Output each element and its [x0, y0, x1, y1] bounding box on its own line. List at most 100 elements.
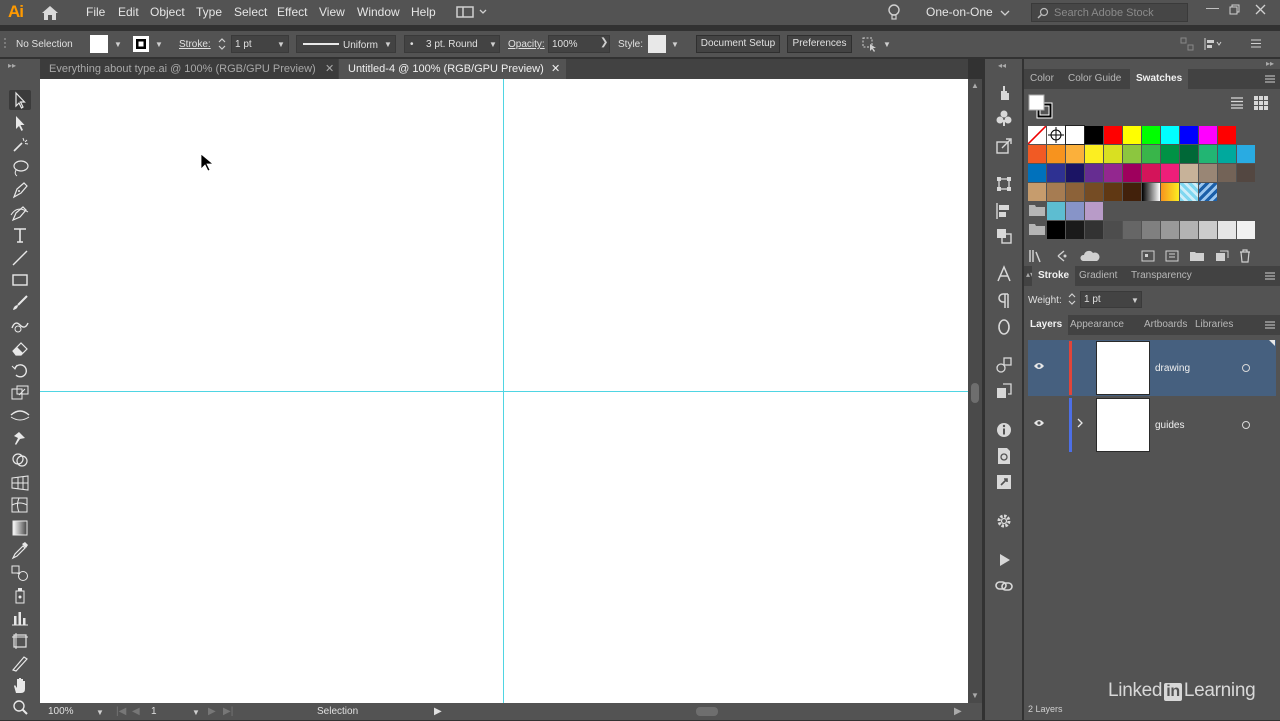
- opentype-icon[interactable]: [995, 318, 1013, 336]
- color-swatch[interactable]: [1123, 126, 1141, 144]
- shape-properties-icon[interactable]: [995, 356, 1013, 374]
- color-swatch[interactable]: [1047, 183, 1065, 201]
- menu-object[interactable]: Object: [150, 5, 185, 19]
- eyedropper-tool[interactable]: [9, 540, 31, 560]
- pattern-swatch[interactable]: [1180, 183, 1198, 201]
- color-swatch[interactable]: [1104, 221, 1122, 239]
- color-swatch[interactable]: [1199, 126, 1217, 144]
- chevron-down-icon[interactable]: [1000, 9, 1010, 17]
- color-swatch[interactable]: [1218, 126, 1236, 144]
- artboard-tool[interactable]: [9, 630, 31, 650]
- menu-window[interactable]: Window: [357, 5, 400, 19]
- menu-edit[interactable]: Edit: [118, 5, 139, 19]
- transform-panel-icon[interactable]: [995, 175, 1013, 193]
- close-tab-icon[interactable]: ✕: [551, 59, 560, 79]
- status-menu-icon[interactable]: ▶: [434, 706, 442, 717]
- color-swatch[interactable]: [1047, 145, 1065, 163]
- color-swatch[interactable]: [1199, 164, 1217, 182]
- color-swatch[interactable]: [1161, 145, 1179, 163]
- minimize-icon[interactable]: —: [1206, 0, 1219, 15]
- collapse-icon[interactable]: ◂◂: [998, 61, 1006, 70]
- hand-tool[interactable]: [9, 675, 31, 695]
- opacity-field[interactable]: 100% ❯: [548, 35, 610, 53]
- color-swatch[interactable]: [1047, 164, 1065, 182]
- show-swatch-kinds-icon[interactable]: [1054, 250, 1070, 262]
- links-chain-icon[interactable]: [995, 577, 1013, 595]
- first-artboard-icon[interactable]: |◀: [116, 706, 126, 717]
- arrange-documents-icon[interactable]: [456, 5, 488, 19]
- tab-swatches[interactable]: Swatches: [1130, 69, 1189, 89]
- color-swatch[interactable]: [1180, 221, 1198, 239]
- new-folder-icon[interactable]: [1189, 250, 1205, 262]
- tab-libraries[interactable]: Libraries: [1189, 315, 1239, 335]
- delete-swatch-icon[interactable]: [1239, 249, 1251, 263]
- blend-tool[interactable]: [9, 563, 31, 583]
- tab-appearance[interactable]: Appearance: [1064, 315, 1130, 335]
- graphic-style-swatch[interactable]: [648, 35, 666, 53]
- color-swatch[interactable]: [1028, 145, 1046, 163]
- menu-effect[interactable]: Effect: [277, 5, 307, 19]
- color-swatch[interactable]: [1123, 221, 1141, 239]
- target-circle-icon[interactable]: [1242, 421, 1250, 429]
- pathfinder-icon[interactable]: [995, 227, 1013, 245]
- paragraph-icon[interactable]: [995, 292, 1013, 310]
- artboard-canvas[interactable]: [40, 79, 968, 703]
- color-swatch[interactable]: [1066, 221, 1084, 239]
- color-swatch[interactable]: [1066, 145, 1084, 163]
- eraser-tool[interactable]: [9, 338, 31, 358]
- curvature-tool[interactable]: [9, 203, 31, 223]
- color-swatch[interactable]: [1161, 126, 1179, 144]
- mesh-tool[interactable]: [9, 495, 31, 515]
- touch-type-icon[interactable]: [995, 83, 1013, 101]
- menu-type[interactable]: Type: [196, 5, 222, 19]
- tab-untitled-4[interactable]: Untitled-4 @ 100% (RGB/GPU Preview) ✕: [339, 59, 566, 79]
- stepper-icon[interactable]: [217, 36, 227, 52]
- restore-icon[interactable]: [1229, 4, 1241, 15]
- transform-icon[interactable]: [1180, 37, 1194, 51]
- color-swatch[interactable]: [1218, 221, 1236, 239]
- workspace-switcher[interactable]: One-on-One: [926, 5, 993, 19]
- settings-gear-icon[interactable]: [995, 512, 1013, 530]
- color-swatch[interactable]: [1028, 183, 1046, 201]
- direct-selection-tool[interactable]: [9, 113, 31, 133]
- scale-tool[interactable]: [9, 383, 31, 403]
- info-icon[interactable]: [995, 421, 1013, 439]
- chevron-down-icon[interactable]: ▼: [192, 708, 200, 717]
- column-graph-tool[interactable]: [9, 608, 31, 628]
- chevron-down-icon[interactable]: ▼: [155, 40, 163, 49]
- color-swatch[interactable]: [1142, 126, 1160, 144]
- color-swatch[interactable]: [1104, 164, 1122, 182]
- menu-help[interactable]: Help: [411, 5, 436, 19]
- fill-stroke-indicator[interactable]: [1028, 94, 1054, 120]
- swatch-white[interactable]: [1065, 125, 1085, 145]
- scroll-up-icon[interactable]: ▲: [971, 81, 979, 90]
- color-swatch[interactable]: [1199, 221, 1217, 239]
- tab-artboards[interactable]: Artboards: [1138, 315, 1193, 335]
- panel-menu-icon[interactable]: [1264, 320, 1276, 330]
- fill-swatch[interactable]: [90, 35, 108, 53]
- vertical-scrollbar[interactable]: ▲ ▼: [968, 79, 982, 703]
- lightbulb-icon[interactable]: [886, 3, 902, 21]
- chevron-down-icon[interactable]: ▼: [671, 40, 679, 49]
- color-swatch[interactable]: [1085, 164, 1103, 182]
- swatch-options-icon[interactable]: [1141, 250, 1155, 262]
- variable-width-profile[interactable]: Uniform ▼: [296, 35, 396, 53]
- stock-search-input[interactable]: Search Adobe Stock: [1031, 3, 1188, 22]
- color-swatch[interactable]: [1180, 126, 1198, 144]
- menu-view[interactable]: View: [319, 5, 345, 19]
- swatch-libraries-icon[interactable]: [1028, 249, 1044, 263]
- color-swatch[interactable]: [1085, 145, 1103, 163]
- lasso-tool[interactable]: [9, 158, 31, 178]
- expand-chevron-icon[interactable]: [1076, 418, 1084, 428]
- layer-row-guides[interactable]: guides: [1028, 397, 1276, 453]
- scroll-down-icon[interactable]: ▼: [971, 691, 979, 700]
- slice-tool[interactable]: [9, 653, 31, 673]
- color-swatch[interactable]: [1237, 145, 1255, 163]
- stroke-weight-field[interactable]: 1 pt ▼: [231, 35, 289, 53]
- pattern-swatch[interactable]: [1142, 183, 1160, 201]
- color-swatch[interactable]: [1085, 202, 1103, 220]
- layer-name[interactable]: drawing: [1155, 363, 1190, 374]
- color-swatch[interactable]: [1161, 164, 1179, 182]
- type-tool[interactable]: [9, 225, 31, 245]
- color-swatch[interactable]: [1104, 183, 1122, 201]
